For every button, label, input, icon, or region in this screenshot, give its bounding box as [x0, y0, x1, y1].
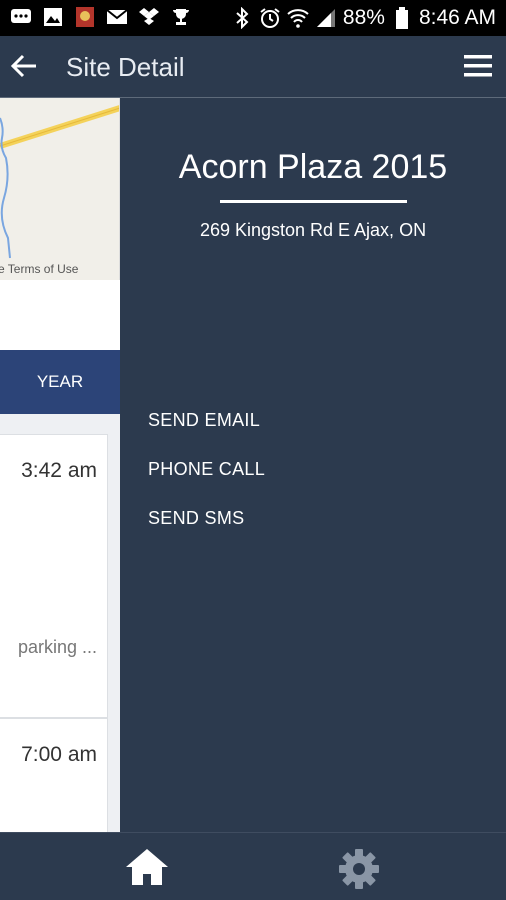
bluetooth-icon: [231, 7, 253, 29]
mail-icon: [106, 6, 128, 28]
app-bar: Site Detail: [0, 36, 506, 98]
title-divider: [220, 200, 407, 203]
dropbox-icon: [138, 6, 160, 28]
settings-icon: [339, 849, 379, 889]
back-button[interactable]: [8, 50, 40, 82]
wifi-icon: [287, 7, 309, 29]
clock: 8:46 AM: [418, 6, 496, 29]
battery-percent: 88%: [342, 6, 385, 29]
trophy-icon: [170, 6, 192, 28]
battery-icon: [391, 7, 413, 29]
tab-year[interactable]: YEAR: [0, 350, 120, 414]
event-list: 3:42 am parking ... 7:00 am: [0, 414, 120, 832]
messenger-icon: [10, 6, 32, 28]
site-map[interactable]: e Terms of Use: [0, 98, 120, 280]
site-name: Acorn Plaza 2015: [178, 148, 448, 186]
menu-button[interactable]: [462, 52, 494, 80]
system-status: 88% 8:46 AM: [231, 0, 496, 36]
list-item[interactable]: 3:42 am parking ...: [0, 434, 108, 718]
app-icon: [74, 6, 96, 28]
send-email-button[interactable]: SEND EMAIL: [148, 410, 260, 431]
page-title: Site Detail: [66, 52, 185, 82]
hamburger-icon: [464, 55, 492, 77]
signal-icon: [315, 7, 337, 29]
status-bar: 88% 8:46 AM: [0, 0, 506, 36]
map-attribution[interactable]: e Terms of Use: [0, 262, 78, 276]
image-icon: [42, 6, 64, 28]
event-time: 3:42 am: [21, 459, 97, 482]
notification-icons: [10, 6, 192, 28]
home-icon: [126, 849, 168, 885]
site-drawer: Acorn Plaza 2015 269 Kingston Rd E Ajax,…: [120, 98, 506, 832]
send-sms-button[interactable]: SEND SMS: [148, 508, 244, 529]
bottom-nav: [0, 832, 506, 900]
phone-call-button[interactable]: PHONE CALL: [148, 459, 265, 480]
alarm-icon: [259, 7, 281, 29]
back-arrow-icon: [10, 54, 36, 78]
list-item[interactable]: 7:00 am: [0, 718, 108, 832]
background-page: e Terms of Use YEAR 3:42 am parking ... …: [0, 98, 120, 832]
home-button[interactable]: [124, 847, 170, 887]
event-time: 7:00 am: [21, 743, 97, 766]
map-roads: [0, 105, 119, 259]
event-description: parking ...: [17, 637, 97, 657]
settings-button[interactable]: [337, 847, 381, 891]
site-address: 269 Kingston Rd E Ajax, ON: [199, 220, 427, 240]
